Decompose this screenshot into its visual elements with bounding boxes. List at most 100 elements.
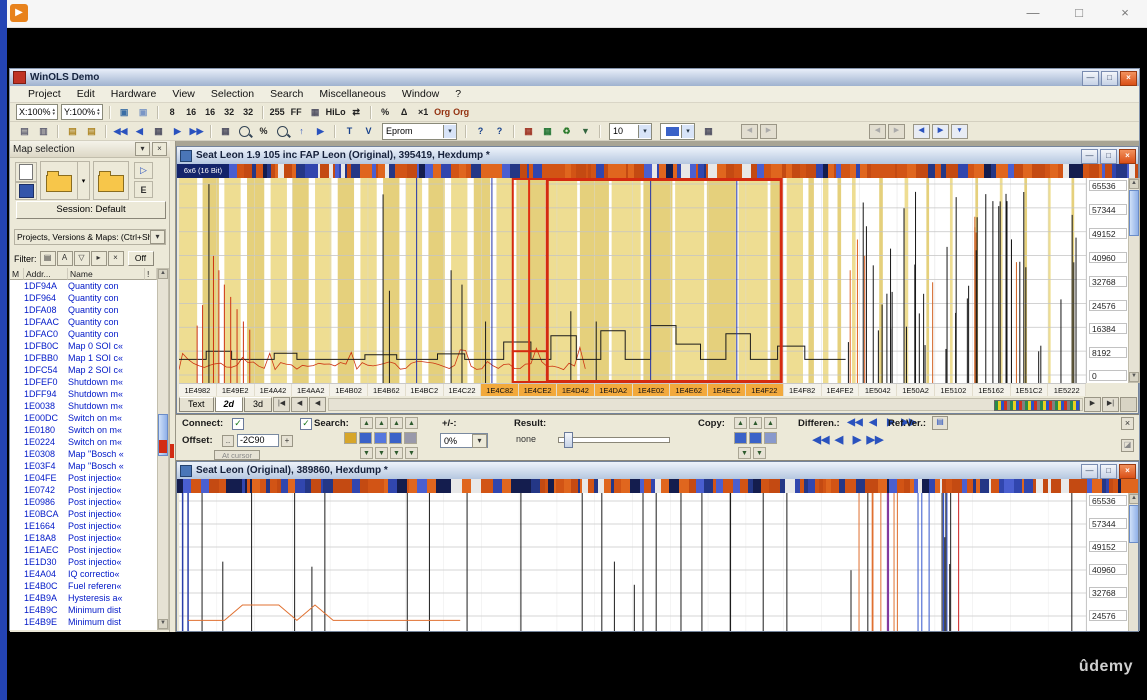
map-column-m[interactable]: M <box>10 268 24 280</box>
hex-ff-icon[interactable]: FF <box>288 104 305 120</box>
auto-map-icon[interactable]: ▦ <box>539 123 556 139</box>
search-up-arrow-4[interactable]: ▲ <box>405 417 418 429</box>
eraser-icon[interactable]: ◪ <box>1121 439 1134 452</box>
table-row[interactable]: 1E4B9AHysteresis a« <box>10 592 157 604</box>
differen-nav-row2-3[interactable]: ▶ <box>848 434 866 447</box>
hexdump-top-close-button[interactable]: × <box>1119 149 1136 164</box>
menu-item-selection[interactable]: Selection <box>203 88 262 100</box>
search-mode-icon-2[interactable] <box>359 432 372 444</box>
differen-nav-row2-4[interactable]: ▶▶ <box>866 434 884 447</box>
differen-nav-row2[interactable]: ◀◀◀▶▶▶ <box>812 434 884 447</box>
table-row[interactable]: 1DFB0CMap 0 SOI c« <box>10 340 157 352</box>
context-help-icon[interactable]: ? <box>491 123 508 139</box>
player-maximize-button[interactable]: □ <box>1069 3 1089 23</box>
zoom-y-spin-arrows[interactable]: ▴▾ <box>97 108 100 116</box>
save-project-button[interactable] <box>15 182 37 200</box>
search-mode-buttons[interactable] <box>344 432 417 444</box>
table-row[interactable]: 1E0BCAPost injectio« <box>10 508 157 520</box>
copy-up-arrow-1[interactable]: ▲ <box>734 417 747 429</box>
search-direction-up-buttons[interactable]: ▲▲▲▲ <box>360 417 418 429</box>
projects-versions-select[interactable]: Projects, Versions & Maps: (Ctrl+Sh ▾ <box>14 229 166 245</box>
width-32-icon[interactable]: 32 <box>221 104 238 120</box>
zoom-out-icon[interactable] <box>236 123 253 139</box>
app-minimize-button[interactable]: — <box>1082 71 1099 86</box>
offset-dots-button[interactable]: .. <box>222 435 234 447</box>
copy-mode-buttons[interactable] <box>734 432 777 444</box>
zoom-y-stepper[interactable]: Y:100% ▴▾ <box>61 104 103 120</box>
map-list-icon[interactable]: ▦ <box>150 123 167 139</box>
view-color-select[interactable]: ▾ <box>660 123 695 140</box>
copy-up-arrow-2[interactable]: ▲ <box>749 417 762 429</box>
toolbar-nav-3-2[interactable]: ▶ <box>932 124 949 139</box>
filter-funnel-icon[interactable]: ▽ <box>74 251 90 266</box>
app-titlebar[interactable]: WinOLS Demo —□× <box>10 69 1139 86</box>
zoom-up-icon[interactable]: ↑ <box>293 123 310 139</box>
map-panel-header[interactable]: Map selection ▾ × <box>10 141 170 158</box>
table-row[interactable]: 1E00DCSwitch on m« <box>10 412 157 424</box>
prev-map-icon[interactable]: ◀ <box>131 123 148 139</box>
zoom-sel-icon[interactable]: ▶ <box>312 123 329 139</box>
menu-item-view[interactable]: View <box>164 88 203 100</box>
map-column-addr[interactable]: Addr... <box>24 268 68 280</box>
map-panel-menu-button[interactable]: ▾ <box>135 142 150 156</box>
split-view-icon[interactable]: ▣ <box>135 104 152 120</box>
table-row[interactable]: 1E0038Shutdown m« <box>10 400 157 412</box>
table-row[interactable]: 1DF964Quantity con <box>10 292 157 304</box>
zoom-x-spin-arrows[interactable]: ▴▾ <box>53 108 56 116</box>
filter-name-icon[interactable]: A <box>57 251 73 266</box>
resize-grip[interactable] <box>1120 397 1137 412</box>
toolbar-nav-3-1[interactable]: ◀ <box>913 124 930 139</box>
map-column-[interactable]: ! <box>145 268 157 280</box>
filter-off-button[interactable]: Off <box>128 251 154 266</box>
grid-plus-icon[interactable]: ▦ <box>700 123 717 139</box>
hex-colorbar-bottom[interactable] <box>177 479 1138 493</box>
checksum-icon[interactable]: ▥ <box>35 123 52 139</box>
open-project-button[interactable] <box>40 161 78 200</box>
hex-colorbar-top[interactable] <box>229 164 1138 178</box>
table-row[interactable]: 1DFBB0Map 1 SOI c« <box>10 352 157 364</box>
hscroll-left-button-1[interactable]: |◀ <box>273 397 290 412</box>
open-project-dropdown[interactable]: ▾ <box>77 161 90 200</box>
table-row[interactable]: 1E4B9EMinimum dist <box>10 616 157 628</box>
filter-list-icon[interactable]: ▤ <box>40 251 56 266</box>
import-button[interactable]: ▷ <box>134 162 153 179</box>
map-table-header[interactable]: MAddr...Name! <box>10 268 157 280</box>
original-grid-icon[interactable]: Org <box>453 104 470 120</box>
hexdump-top-minimize-button[interactable]: — <box>1081 149 1098 164</box>
text-mode-icon[interactable]: T <box>341 123 358 139</box>
map-column-name[interactable]: Name <box>68 268 145 280</box>
search-checkbox[interactable]: ✓ <box>300 418 312 430</box>
hexdump-top-chart[interactable] <box>179 178 1086 383</box>
pack-icon[interactable]: ▼ <box>577 123 594 139</box>
copy-down-arrow-2[interactable]: ▼ <box>753 447 766 459</box>
menu-item-window[interactable]: Window <box>394 88 447 100</box>
grid-size-dropdown-arrow[interactable]: ▾ <box>638 125 651 138</box>
menu-item-edit[interactable]: Edit <box>69 88 103 100</box>
search-direction-down-buttons[interactable]: ▼▼▼▼ <box>360 447 418 459</box>
menu-item-search[interactable]: Search <box>262 88 311 100</box>
app-close-button[interactable]: × <box>1120 71 1137 86</box>
table-row[interactable]: 1E03F4Map "Bosch « <box>10 460 157 472</box>
result-slider-thumb[interactable] <box>564 432 573 448</box>
hscroll-right-button-1[interactable]: ▶ <box>1084 397 1101 412</box>
toolbar-nav-1-1[interactable]: ◀ <box>741 124 758 139</box>
zoom-100-icon[interactable]: % <box>255 123 272 139</box>
last-map-icon[interactable]: ▶▶ <box>188 123 205 139</box>
search-down-arrow-3[interactable]: ▼ <box>390 447 403 459</box>
toolbar-nav-1-2[interactable]: ▶ <box>760 124 777 139</box>
table-row[interactable]: 1DFA08Quantity con <box>10 304 157 316</box>
search-down-arrow-2[interactable]: ▼ <box>375 447 388 459</box>
table-row[interactable]: 1DFC54Map 2 SOI c« <box>10 364 157 376</box>
view-color-dropdown-arrow[interactable]: ▾ <box>681 125 694 138</box>
percent-icon[interactable]: % <box>377 104 394 120</box>
eprom-quick-button[interactable]: E <box>134 181 153 198</box>
byte-swap-icon[interactable]: ⇄ <box>348 104 365 120</box>
hexdump-top-vscrollbar[interactable]: ▲ ▼ <box>1128 178 1140 383</box>
hexdump-bottom-vscrollbar[interactable]: ▲ <box>1128 493 1139 632</box>
table-row[interactable]: 1DFF94Shutdown m« <box>10 388 157 400</box>
eprom-select[interactable]: Eprom▾ <box>382 123 457 140</box>
menu-item-[interactable]: ? <box>447 88 469 100</box>
hexdump-bottom-restore-button[interactable]: □ <box>1100 464 1117 479</box>
width-16b-icon[interactable]: 16 <box>202 104 219 120</box>
toolbar-nav-2-1[interactable]: ◀ <box>869 124 886 139</box>
